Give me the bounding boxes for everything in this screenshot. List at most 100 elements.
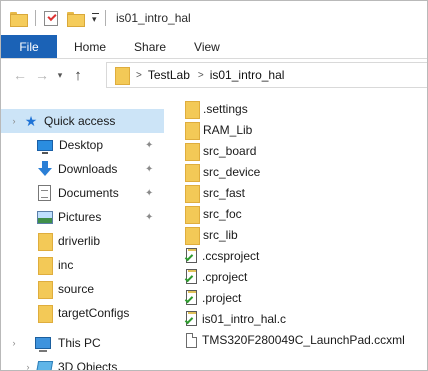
navigation-bar: ← → ▾ ↑ > TestLab > is01_intro_hal — [1, 59, 427, 91]
pictures-icon — [37, 210, 53, 224]
folder-icon — [185, 206, 200, 224]
pin-icon[interactable]: ✦ — [145, 188, 153, 199]
file-list: .settings RAM_Lib src_board src_device s… — [177, 96, 427, 370]
tab-home[interactable]: Home — [57, 35, 120, 58]
sidebar-item-label: driverlib — [58, 234, 101, 248]
list-item[interactable]: src_fast — [177, 182, 427, 204]
new-folder-icon[interactable] — [67, 11, 85, 27]
sidebar-item-label: Quick access — [44, 114, 116, 128]
editable-file-icon — [184, 311, 198, 327]
sidebar-item-label: inc — [58, 258, 74, 272]
sidebar-item-desktop[interactable]: Desktop ✦ — [1, 133, 164, 157]
chevron-right-icon[interactable]: > — [198, 70, 204, 81]
sidebar-item-downloads[interactable]: Downloads ✦ — [1, 157, 164, 181]
sidebar-item-documents[interactable]: Documents ✦ — [1, 181, 164, 205]
pin-icon[interactable]: ✦ — [145, 140, 153, 151]
list-item[interactable]: src_board — [177, 140, 427, 162]
breadcrumb-testlab[interactable]: TestLab — [148, 68, 190, 82]
folder-icon — [38, 281, 53, 299]
forward-arrow-icon[interactable]: → — [31, 67, 53, 83]
sidebar-item-inc[interactable]: inc — [1, 253, 164, 277]
customize-toolbar-dropdown-icon[interactable]: ▾ — [92, 12, 99, 24]
chevron-right-icon[interactable]: › — [9, 338, 19, 348]
sidebar-item-pictures[interactable]: Pictures ✦ — [1, 205, 164, 229]
navigation-pane: › ★ Quick access Desktop ✦ Downloads ✦ D… — [1, 102, 164, 371]
sidebar-item-label: This PC — [58, 336, 101, 350]
file-name: src_lib — [203, 228, 238, 242]
window-title: is01_intro_hal — [116, 11, 191, 25]
sidebar-item-label: Downloads — [58, 162, 118, 176]
list-item[interactable]: is01_intro_hal.c — [177, 308, 427, 330]
properties-icon[interactable] — [44, 10, 58, 26]
editable-file-icon — [184, 248, 198, 264]
sidebar-item-quick-access[interactable]: › ★ Quick access — [1, 109, 164, 133]
documents-icon — [38, 185, 51, 201]
address-bar[interactable]: > TestLab > is01_intro_hal — [106, 62, 427, 88]
sidebar-item-targetconfigs[interactable]: targetConfigs — [1, 301, 164, 325]
pin-icon[interactable]: ✦ — [145, 212, 153, 223]
folder-icon — [185, 164, 200, 182]
list-item[interactable]: src_lib — [177, 224, 427, 246]
list-item[interactable]: .ccsproject — [177, 245, 427, 267]
sidebar-item-driverlib[interactable]: driverlib — [1, 229, 164, 253]
file-explorer-window: ▾ is01_intro_hal File Home Share View ← … — [0, 0, 428, 371]
file-name: .ccsproject — [202, 249, 260, 263]
file-name: .cproject — [202, 270, 248, 284]
tab-file[interactable]: File — [1, 35, 57, 58]
divider — [105, 10, 106, 26]
sidebar-item-label: targetConfigs — [58, 306, 130, 320]
pin-icon[interactable]: ✦ — [145, 164, 153, 175]
folder-icon — [185, 101, 200, 119]
file-name: .settings — [203, 102, 248, 116]
file-name: src_board — [203, 144, 257, 158]
download-icon — [37, 161, 53, 177]
title-bar: ▾ is01_intro_hal — [1, 1, 427, 35]
folder-icon — [185, 185, 200, 203]
computer-icon — [35, 337, 51, 352]
folder-icon — [38, 233, 53, 251]
tab-view[interactable]: View — [180, 35, 234, 58]
folder-icon — [185, 227, 200, 245]
list-item[interactable]: .settings — [177, 98, 427, 120]
sidebar-item-label: Documents — [58, 186, 119, 200]
list-item[interactable]: TMS320F280049C_LaunchPad.ccxml — [177, 329, 427, 351]
folder-icon[interactable] — [10, 11, 28, 27]
folder-icon — [38, 305, 53, 323]
list-item[interactable]: RAM_Lib — [177, 119, 427, 141]
sidebar-item-this-pc[interactable]: › This PC — [1, 331, 164, 355]
breadcrumb-current[interactable]: is01_intro_hal — [210, 68, 285, 82]
sidebar-item-source[interactable]: source — [1, 277, 164, 301]
sidebar-item-label: 3D Objects — [58, 360, 118, 371]
list-item[interactable]: src_foc — [177, 203, 427, 225]
folder-icon — [185, 122, 200, 140]
list-item[interactable]: .cproject — [177, 266, 427, 288]
file-name: is01_intro_hal.c — [202, 312, 287, 326]
file-name: src_foc — [203, 207, 242, 221]
list-item[interactable]: src_device — [177, 161, 427, 183]
sidebar-item-label: source — [58, 282, 95, 296]
up-arrow-icon[interactable]: ↑ — [67, 67, 89, 84]
file-name: src_device — [203, 165, 261, 179]
recent-locations-chevron-icon[interactable]: ▾ — [53, 70, 67, 81]
file-name: src_fast — [203, 186, 246, 200]
chevron-right-icon[interactable]: > — [136, 70, 142, 81]
list-item[interactable]: .project — [177, 287, 427, 309]
cube-icon — [35, 360, 54, 370]
file-icon — [186, 332, 197, 348]
tab-share[interactable]: Share — [120, 35, 180, 58]
ribbon-tabs: File Home Share View — [1, 35, 427, 59]
folder-icon — [38, 257, 53, 275]
file-name: TMS320F280049C_LaunchPad.ccxml — [202, 333, 405, 347]
sidebar-item-3d-objects[interactable]: › 3D Objects — [1, 355, 164, 371]
sidebar-item-label: Pictures — [58, 210, 102, 224]
back-arrow-icon[interactable]: ← — [9, 67, 31, 83]
folder-icon — [185, 143, 200, 161]
divider — [35, 10, 36, 26]
sidebar-item-label: Desktop — [59, 138, 104, 152]
editable-file-icon — [184, 269, 198, 285]
chevron-right-icon[interactable]: › — [23, 362, 33, 370]
file-name: RAM_Lib — [203, 123, 253, 137]
chevron-down-icon[interactable]: › — [9, 116, 19, 126]
desktop-icon — [37, 139, 53, 154]
star-icon: ★ — [24, 112, 38, 129]
